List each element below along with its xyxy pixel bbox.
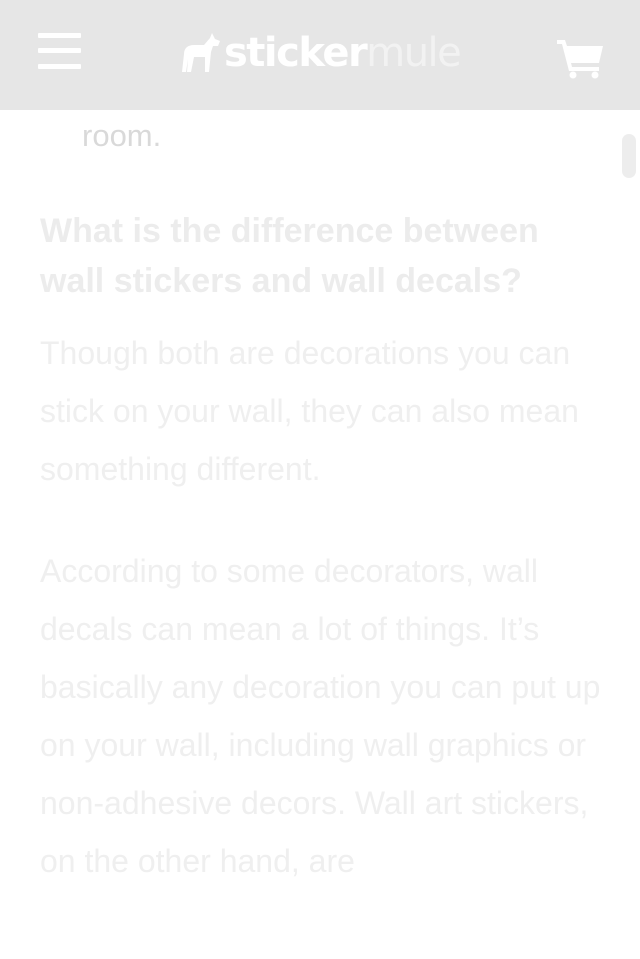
logo-wordmark-light: mule	[366, 30, 462, 76]
top-header: stickermule	[0, 0, 640, 110]
previous-text-fragment: room.	[82, 118, 162, 153]
logo-wordmark: stickermule	[224, 28, 462, 78]
scrollbar-thumb[interactable]	[622, 134, 636, 178]
faq-question-heading: What is the difference between wall stic…	[40, 212, 539, 300]
faq-answer-paragraph: According to some decorators, wall decal…	[40, 553, 601, 879]
menu-bar-top	[38, 33, 81, 38]
faq-answer-paragraph: Though both are decorations you can stic…	[40, 335, 579, 487]
shopping-cart-icon[interactable]	[557, 37, 605, 79]
stickermule-logo[interactable]: stickermule	[178, 28, 462, 78]
mule-logo-icon	[182, 33, 220, 72]
logo-wordmark-bold: sticker	[224, 30, 368, 76]
hamburger-menu-icon[interactable]	[38, 33, 82, 73]
page: stickermule room. What is the difference…	[0, 0, 640, 959]
menu-bar-bottom	[38, 64, 81, 69]
menu-bar-middle	[38, 48, 81, 53]
